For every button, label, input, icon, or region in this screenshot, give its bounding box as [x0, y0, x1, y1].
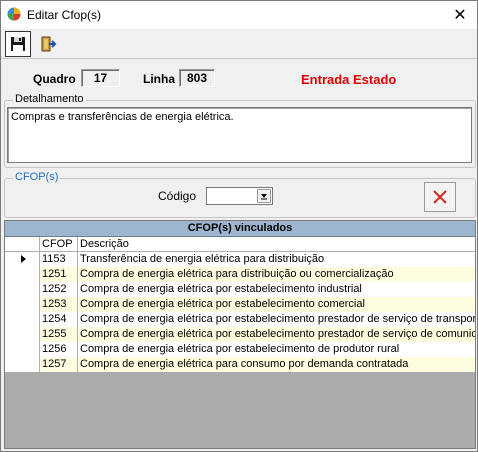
- linha-field: 803: [179, 69, 215, 87]
- table-row[interactable]: 1255 Compra de energia elétrica por esta…: [5, 327, 475, 342]
- floppy-disk-icon: [11, 37, 25, 51]
- cfop-cell[interactable]: 1257: [40, 357, 78, 372]
- grid-rows: 1153 Transferência de energia elétrica p…: [5, 252, 475, 372]
- row-indicator[interactable]: [5, 267, 40, 282]
- column-header-descricao[interactable]: Descrição: [78, 237, 475, 252]
- column-header-cfop[interactable]: CFOP: [40, 237, 78, 252]
- table-row[interactable]: 1251 Compra de energia elétrica para dis…: [5, 267, 475, 282]
- cfops-group-label: CFOP(s): [13, 171, 61, 183]
- cfop-cell[interactable]: 1254: [40, 312, 78, 327]
- detalhamento-label: Detalhamento: [13, 93, 86, 105]
- cfop-cell[interactable]: 1252: [40, 282, 78, 297]
- table-row[interactable]: 1254 Compra de energia elétrica por esta…: [5, 312, 475, 327]
- close-icon: ✕: [453, 7, 467, 24]
- chevron-down-icon: [261, 194, 267, 200]
- toolbar: [1, 29, 477, 59]
- descricao-cell[interactable]: Compra de energia elétrica por estabelec…: [78, 327, 475, 342]
- cfop-cell[interactable]: 1251: [40, 267, 78, 282]
- descricao-cell[interactable]: Transferência de energia elétrica para d…: [78, 252, 475, 267]
- table-row[interactable]: 1253 Compra de energia elétrica por esta…: [5, 297, 475, 312]
- row-indicator[interactable]: [5, 342, 40, 357]
- row-indicator[interactable]: [5, 312, 40, 327]
- table-row[interactable]: 1256 Compra de energia elétrica por esta…: [5, 342, 475, 357]
- descricao-cell[interactable]: Compra de energia elétrica para consumo …: [78, 357, 475, 372]
- descricao-cell[interactable]: Compra de energia elétrica para distribu…: [78, 267, 475, 282]
- table-row[interactable]: 1153 Transferência de energia elétrica p…: [5, 252, 475, 267]
- window-title: Editar Cfop(s): [27, 8, 102, 22]
- quadro-label: Quadro: [33, 72, 76, 86]
- cfop-cell[interactable]: 1255: [40, 327, 78, 342]
- grid-title: CFOP(s) vinculados: [5, 221, 475, 237]
- exit-button[interactable]: [35, 31, 61, 57]
- quadro-field: 17: [81, 69, 120, 87]
- row-indicator[interactable]: [5, 282, 40, 297]
- table-row[interactable]: 1257 Compra de energia elétrica para con…: [5, 357, 475, 372]
- row-indicator[interactable]: [5, 327, 40, 342]
- cfops-grid[interactable]: CFOP(s) vinculados CFOP Descrição 1153 T…: [4, 220, 476, 449]
- title-bar[interactable]: Editar Cfop(s) ✕: [1, 1, 477, 29]
- descricao-cell[interactable]: Compra de energia elétrica por estabelec…: [78, 297, 475, 312]
- row-indicator[interactable]: [5, 357, 40, 372]
- cfop-cell[interactable]: 1256: [40, 342, 78, 357]
- table-row[interactable]: 1252 Compra de energia elétrica por esta…: [5, 282, 475, 297]
- row-indicator[interactable]: [5, 297, 40, 312]
- indicator-column-header: [5, 237, 40, 252]
- descricao-cell[interactable]: Compra de energia elétrica por estabelec…: [78, 342, 475, 357]
- status-text: Entrada Estado: [301, 72, 397, 87]
- exit-door-icon: [41, 36, 57, 52]
- save-button[interactable]: [5, 31, 31, 57]
- red-x-delete-icon: [433, 190, 447, 204]
- codigo-label: Código: [158, 189, 197, 203]
- grid-header: CFOP Descrição: [5, 237, 475, 252]
- descricao-cell[interactable]: Compra de energia elétrica por estabelec…: [78, 312, 475, 327]
- cfop-cell[interactable]: 1253: [40, 297, 78, 312]
- current-row-pointer-icon: [21, 255, 26, 263]
- descricao-cell[interactable]: Compra de energia elétrica por estabelec…: [78, 282, 475, 297]
- dropdown-button[interactable]: [257, 189, 271, 203]
- detalhamento-textarea[interactable]: Compras e transferências de energia elét…: [7, 107, 472, 163]
- row-indicator[interactable]: [5, 252, 40, 267]
- cfop-cell[interactable]: 1153: [40, 252, 78, 267]
- linha-label: Linha: [143, 72, 175, 86]
- app-icon: [7, 7, 21, 21]
- close-button[interactable]: ✕: [443, 1, 477, 29]
- edit-cfop-window: Editar Cfop(s) ✕ Quadro 17 Linha 803 Ent…: [0, 0, 478, 452]
- delete-button[interactable]: [424, 182, 456, 212]
- codigo-combobox[interactable]: [206, 187, 273, 205]
